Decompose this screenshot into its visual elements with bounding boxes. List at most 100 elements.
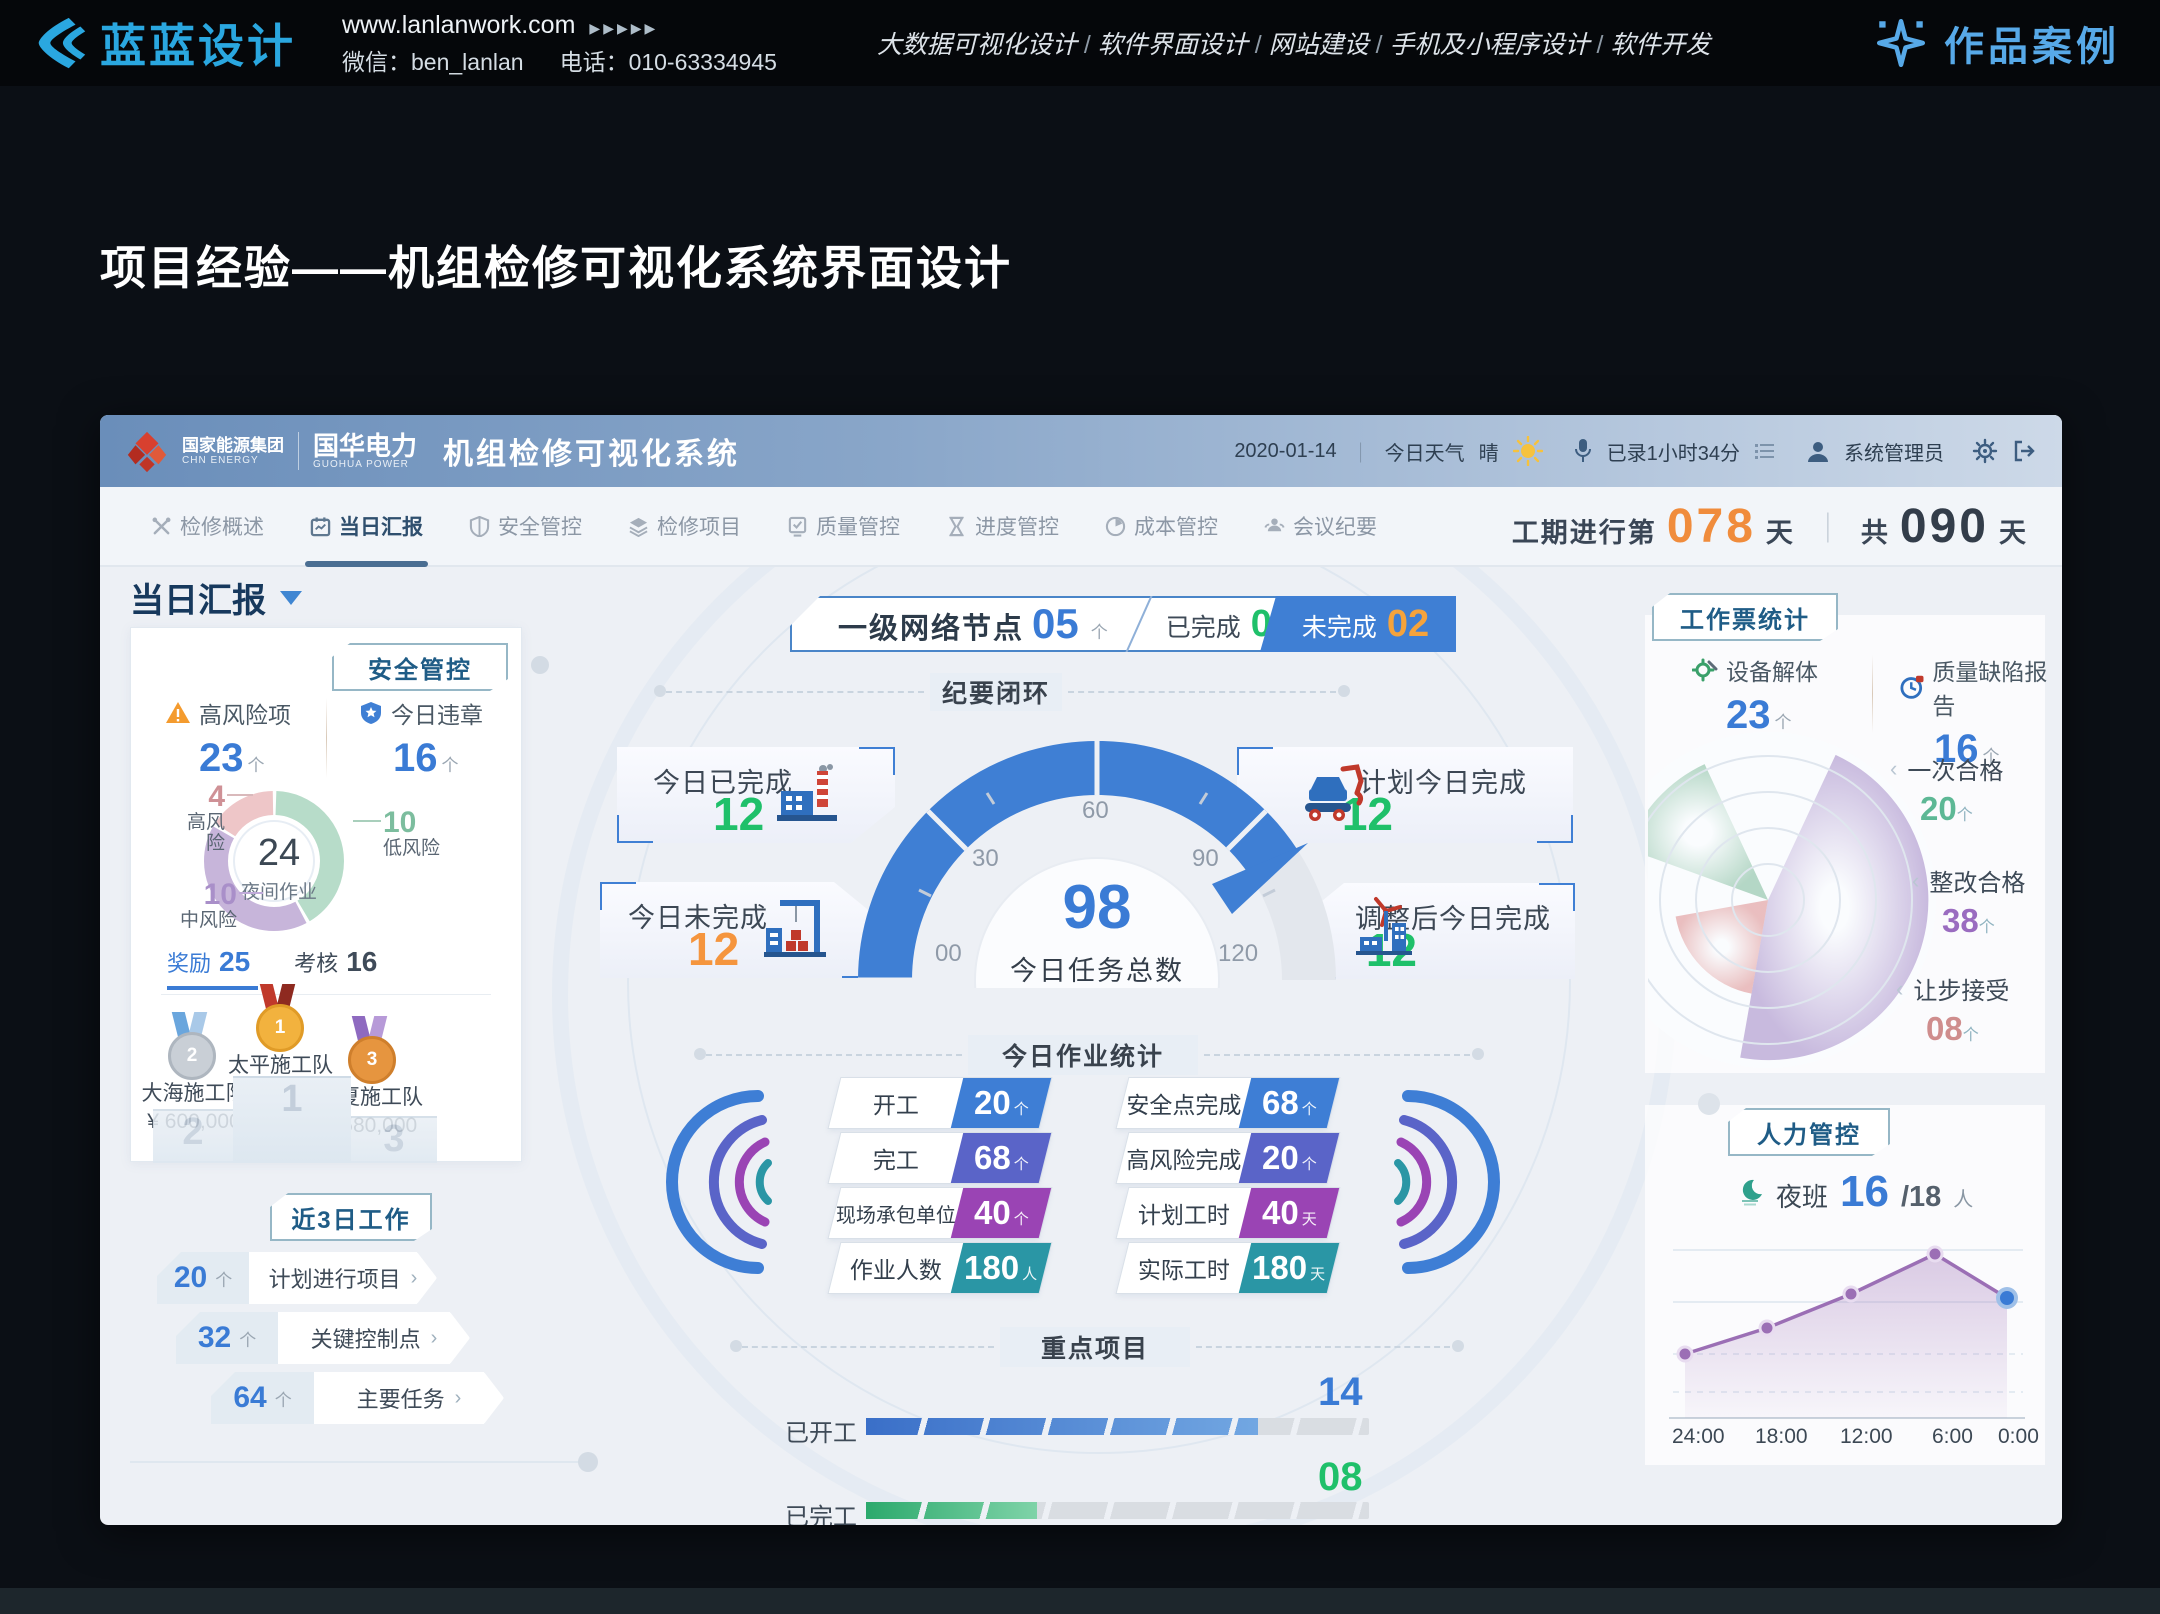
x-axis-label: 24:00 <box>1672 1425 1725 1449</box>
stat-bar: 现场承包单位 40个 <box>829 1188 1051 1238</box>
crane-icon <box>762 894 832 958</box>
chn-energy-logo-icon <box>124 428 170 474</box>
recent-row-count: 32个 <box>176 1312 278 1364</box>
mic-icon[interactable] <box>1573 438 1593 464</box>
x-axis-label: 0:00 <box>1998 1425 2039 1449</box>
schedule-current-days: 078 <box>1667 499 1756 554</box>
logout-icon[interactable] <box>2012 439 2036 463</box>
tab-progress[interactable]: 进度管控 <box>923 487 1082 565</box>
night-shift-line-chart <box>1655 1210 2035 1440</box>
service-item: 软件开发 <box>1597 31 1711 59</box>
user-name[interactable]: 系统管理员 <box>1844 437 1944 466</box>
section-label-work-stats: 今日作业统计 <box>968 1035 1198 1075</box>
chevron-right-icon: › <box>411 1267 418 1290</box>
org-name: 国家能源集团 <box>182 436 284 456</box>
network-node-banner: 一级网络节点 05 个 已完成 03 未完成 02 <box>790 596 1456 652</box>
schedule-progress: 工期进行第 078 天 ｜ 共 090 天 <box>1512 499 2028 554</box>
dashboard-nav: 检修概述 当日汇报 安全管控 检修项目 质量管控 进度管控 <box>100 487 2062 567</box>
tab-meeting[interactable]: 会议纪要 <box>1241 487 1400 565</box>
task-card-done-today: 今日已完成 12 <box>617 747 895 843</box>
chevron-right-icon: › <box>455 1387 462 1410</box>
donut-label-low: 10 低风险 <box>383 806 440 860</box>
tab-overview[interactable]: 检修概述 <box>128 487 287 565</box>
tab-quality[interactable]: 质量管控 <box>764 487 923 565</box>
hourglass-icon <box>946 516 967 537</box>
stat-bar: 开工 20个 <box>829 1078 1051 1128</box>
settings-gear-icon[interactable] <box>1972 438 1998 464</box>
podium-block-3: 3 <box>351 1116 437 1163</box>
pie-clock-icon <box>1105 516 1126 537</box>
lanlan-logo-icon <box>30 12 92 74</box>
stat-bar: 安全点完成 68个 <box>1117 1078 1339 1128</box>
warning-triangle-icon <box>165 701 191 725</box>
stat-bar: 计划工时 40天 <box>1117 1188 1339 1238</box>
kp-started-bar <box>866 1418 1369 1435</box>
calendar-icon <box>310 516 331 537</box>
assessment-tab[interactable]: 考核16 <box>294 946 377 978</box>
list-icon[interactable] <box>1754 441 1776 461</box>
shield-check-icon <box>359 701 383 725</box>
task-card-undone-today: 今日未完成 12 <box>600 882 878 978</box>
wechat-label: 微信：ben_lanlan <box>342 49 524 75</box>
arc-decoration-right <box>1372 1087 1504 1277</box>
schedule-total-days: 090 <box>1900 499 1989 554</box>
layers-icon <box>628 516 649 537</box>
chevron-down-icon <box>280 591 302 605</box>
current-date: 2020-01-14 <box>1234 440 1336 463</box>
stat-bar: 完工 68个 <box>829 1133 1051 1183</box>
recent-row-link[interactable]: 计划进行项目› <box>249 1252 437 1304</box>
tab-safety[interactable]: 安全管控 <box>446 487 605 565</box>
dashboard-screenshot: 国家能源集团 CHN ENERGY 国华电力 GUOHUA POWER 机组检修… <box>100 415 2062 1525</box>
chevron-right-icon: › <box>431 1327 438 1350</box>
safety-panel-badge: 安全管控 <box>332 643 508 691</box>
gauge-tick: 120 <box>1218 940 1258 968</box>
task-card-adjusted-today: 调整后今日完成 12 <box>1300 883 1575 979</box>
portfolio-link[interactable]: 作品案例 <box>1872 14 2120 72</box>
recent-row-count: 20个 <box>157 1252 249 1304</box>
gauge-tick: 90 <box>1192 845 1219 873</box>
section-label-summary-loop: 纪要闭环 <box>930 673 1062 711</box>
tab-cost[interactable]: 成本管控 <box>1082 487 1241 565</box>
tab-daily-report[interactable]: 当日汇报 <box>287 487 446 565</box>
reward-tab[interactable]: 奖励25 <box>167 946 250 978</box>
site-logo[interactable]: 蓝蓝设计 <box>30 10 296 76</box>
moon-icon <box>1738 1178 1764 1206</box>
tab-projects[interactable]: 检修项目 <box>605 487 764 565</box>
ticket-panel-badge: 工作票统计 <box>1652 593 1838 641</box>
kp-finished-label: 已完工 <box>785 1497 857 1525</box>
divider <box>298 432 299 470</box>
stat-bar: 实际工时 180天 <box>1117 1243 1339 1293</box>
system-title: 机组检修可视化系统 <box>443 429 740 473</box>
x-axis-label: 18:00 <box>1755 1425 1808 1449</box>
report-title-dropdown[interactable]: 当日汇报 <box>130 573 302 622</box>
violation-stat: 今日违章 16个 <box>359 696 483 781</box>
stat-bar: 高风险完成 20个 <box>1117 1133 1339 1183</box>
silver-medal-icon: 2 <box>163 1012 219 1078</box>
brand-name: 国华电力 <box>313 433 417 459</box>
service-item: 大数据可视化设计 <box>877 31 1077 59</box>
gauge-tick: 60 <box>1082 797 1109 825</box>
recent-panel-badge: 近3日工作 <box>270 1193 432 1241</box>
section-label-key-projects: 重点项目 <box>1000 1327 1190 1367</box>
network-node-count: 05 <box>1032 600 1079 648</box>
shield-icon <box>469 516 490 537</box>
kp-started-label: 已开工 <box>785 1413 857 1448</box>
recent-row-count: 64个 <box>211 1372 314 1424</box>
safety-panel: 高风险项 23个 今日违章 16个 24 夜间作业 4 <box>130 627 522 1162</box>
sun-icon <box>1513 436 1543 466</box>
donut-label-mid: 10 中风险 <box>177 878 237 932</box>
defect-clock-icon <box>1900 674 1924 700</box>
kp-finished-bar <box>866 1502 1369 1519</box>
site-header: 蓝蓝设计 www.lanlanwork.com▶▶▶▶▶ 微信：ben_lanl… <box>0 0 2160 86</box>
undone-segment: 未完成 02 <box>1260 596 1472 652</box>
record-status: 已录1小时34分 <box>1607 437 1740 466</box>
recent-row-link[interactable]: 主要任务› <box>314 1372 504 1424</box>
site-url[interactable]: www.lanlanwork.com <box>342 11 575 39</box>
quality-first-pass: ‹一次合格 20个 <box>1890 751 2003 828</box>
factory-icon <box>775 763 841 825</box>
portfolio-label: 作品案例 <box>1944 14 2120 72</box>
service-item: 网站建设 <box>1255 31 1369 59</box>
stat-bar: 作业人数 180人 <box>829 1243 1051 1293</box>
recent-row-link[interactable]: 关键控制点› <box>278 1312 470 1364</box>
arc-decoration-left <box>662 1087 794 1277</box>
